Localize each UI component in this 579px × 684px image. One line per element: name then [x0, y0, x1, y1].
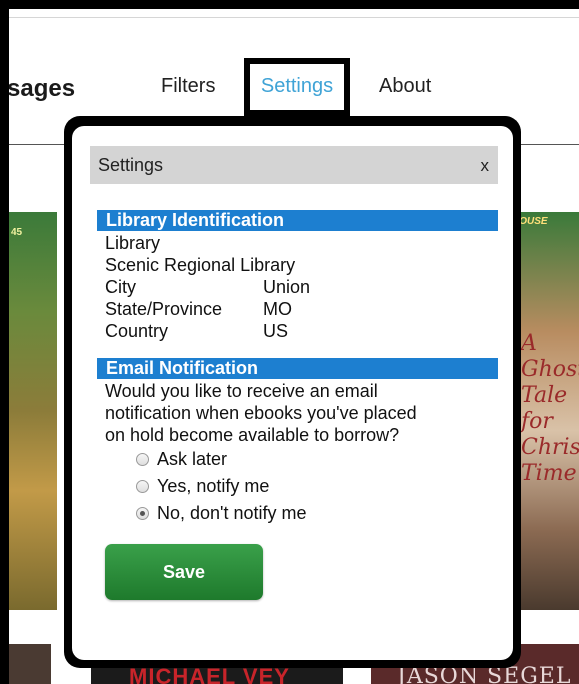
radio-button-selected[interactable] — [136, 506, 149, 520]
library-label: Library — [105, 233, 161, 253]
city-value: Union — [263, 277, 311, 297]
radio-option-ask-later[interactable]: Ask later — [136, 448, 227, 470]
popup-pointer — [291, 114, 315, 126]
radio-button[interactable] — [136, 479, 149, 493]
app-window: sages Filters Settings About 45 HOUSE A … — [9, 9, 579, 684]
email-question-line-3: on hold become available to borrow? — [105, 425, 400, 445]
page-title: sages — [9, 75, 76, 102]
country-label: Country — [105, 321, 169, 341]
email-question-line-2: notification when ebooks you've placed — [105, 403, 417, 423]
country-value: US — [263, 321, 289, 341]
email-section-heading: Email Notification — [97, 358, 498, 379]
tab-about[interactable]: About — [379, 75, 431, 98]
tab-filters[interactable]: Filters — [161, 75, 215, 98]
library-section-heading: Library Identification — [97, 210, 498, 231]
state-label: State/Province — [105, 299, 223, 319]
state-value: MO — [263, 299, 292, 319]
city-label: City — [105, 277, 136, 297]
popup-title: Settings — [98, 155, 164, 175]
tab-settings[interactable]: Settings — [244, 58, 350, 116]
top-divider — [9, 17, 579, 18]
settings-popup: Settings x Library Identification Librar… — [72, 126, 513, 660]
book-cover-right-script: A Ghost Tale for Christmas Time — [521, 331, 579, 486]
book-cover-left-number: 45 — [11, 227, 23, 238]
save-button[interactable]: Save — [105, 544, 263, 600]
book-cover-bottom-left[interactable] — [9, 644, 51, 684]
radio-label: Ask later — [157, 448, 228, 469]
radio-button[interactable] — [136, 452, 149, 466]
radio-label: No, don't notify me — [157, 502, 307, 523]
radio-label: Yes, notify me — [157, 475, 270, 496]
email-question-line-1: Would you like to receive an email — [105, 381, 378, 401]
radio-option-yes-notify[interactable]: Yes, notify me — [136, 475, 269, 497]
radio-option-no-notify[interactable]: No, don't notify me — [136, 502, 307, 524]
popup-header: Settings x — [90, 146, 498, 184]
library-name: Scenic Regional Library — [105, 255, 296, 275]
close-icon[interactable]: x — [481, 156, 490, 176]
book-cover-left[interactable] — [9, 212, 57, 610]
